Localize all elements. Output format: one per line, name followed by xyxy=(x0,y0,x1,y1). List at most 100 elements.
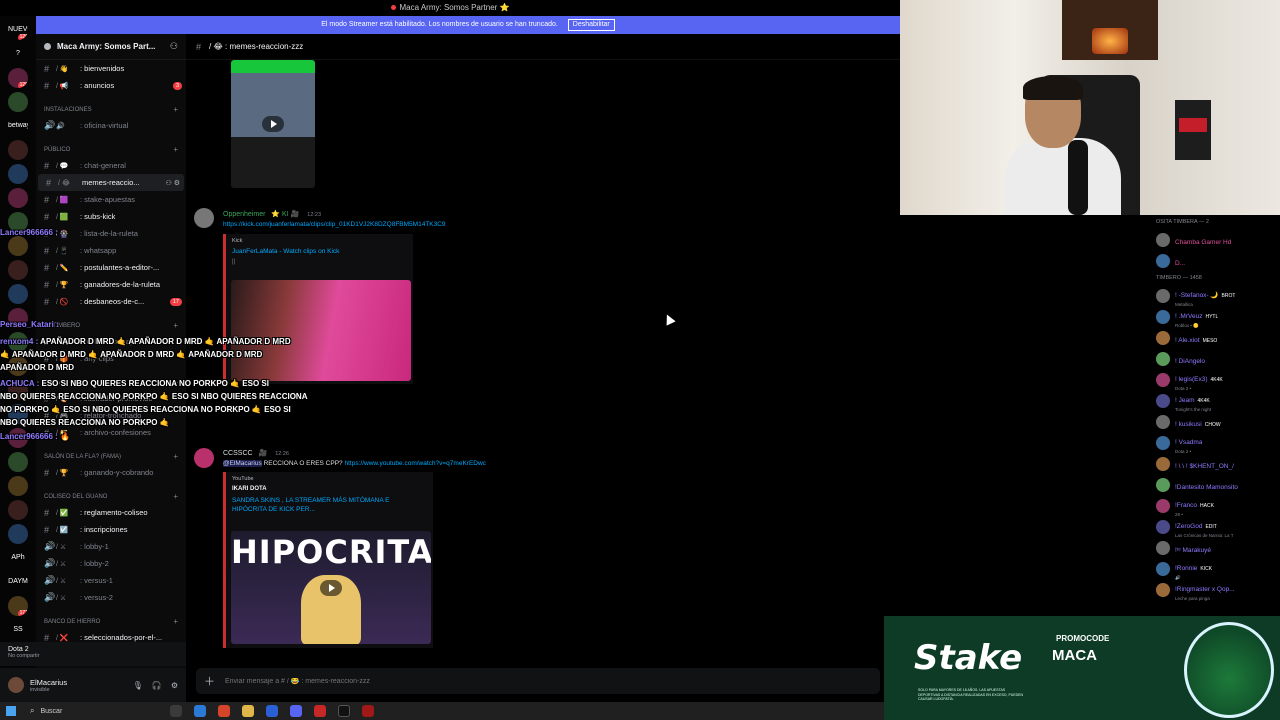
server-icon[interactable] xyxy=(8,140,28,160)
windows-start-icon[interactable] xyxy=(6,706,16,716)
create-channel-plus-icon[interactable]: + xyxy=(173,143,178,157)
server-icon[interactable] xyxy=(8,92,28,112)
obs-icon[interactable] xyxy=(314,705,326,717)
server-icon[interactable] xyxy=(8,164,28,184)
dota-icon[interactable] xyxy=(362,705,374,717)
channel-item[interactable]: # / 👋: bienvenidos xyxy=(36,60,186,77)
taskbar-search[interactable]: ⌕ Buscar xyxy=(30,706,170,716)
viewer-item[interactable]: ! legis(Ex3) 4K4K Dota 2 • xyxy=(1150,369,1280,391)
viewer-item[interactable]: !ᵗᵉ Marakuyé xyxy=(1150,537,1280,558)
channel-item[interactable]: # / ✅: reglamento-coliseo xyxy=(36,504,186,521)
channel-item[interactable]: # / 📢: anuncios 3 xyxy=(36,77,186,94)
embed-thumbnail[interactable]: HIPOCRITA xyxy=(231,531,431,644)
viewer-item[interactable]: !Dantesito Mamonsito xyxy=(1150,474,1280,495)
viewer-item[interactable]: !Ringmaster x Qop... Leche para pinga xyxy=(1150,579,1280,601)
channel-category[interactable]: COLISEO DEL GUANO + xyxy=(36,490,186,504)
server-icon[interactable] xyxy=(8,524,28,544)
channel-item[interactable]: # / ☑️: inscripciones xyxy=(36,521,186,538)
server-icon[interactable]: 120 xyxy=(8,68,28,88)
viewer-item[interactable]: ! -Stefanox- 🌙 BROT Metallica xyxy=(1150,285,1280,307)
settings-gear-icon[interactable]: ⚙ xyxy=(171,681,178,690)
channel-item[interactable]: # / 🟩: subs-kick xyxy=(36,208,186,225)
avatar[interactable] xyxy=(194,448,214,468)
channel-item[interactable]: # / 🚫: desbaneos-de-c... 17 xyxy=(36,293,186,310)
viewer-item[interactable]: ! kusikusi CHOW xyxy=(1150,411,1280,432)
channel-item[interactable]: 🔊 / ⚔: lobby-2 xyxy=(36,555,186,572)
viewer-item[interactable]: !Franco HACK 28 • xyxy=(1150,495,1280,517)
create-channel-plus-icon[interactable]: + xyxy=(173,319,178,333)
embed-author[interactable]: IKARI DOTA xyxy=(226,482,433,492)
viewer-item[interactable]: ! .MrVeuz HYTL Roblox • 🟡 xyxy=(1150,306,1280,328)
message-link[interactable]: https://www.youtube.com/watch?v=q7meKrED… xyxy=(344,460,485,467)
channel-item[interactable]: # / 💬: chat-general xyxy=(36,157,186,174)
headphones-icon[interactable]: 🎧 xyxy=(152,681,162,690)
user-mention[interactable]: @ElMacarius xyxy=(223,460,262,467)
server-icon[interactable]: ? xyxy=(8,44,28,64)
task-view-icon[interactable] xyxy=(170,705,182,717)
server-icon[interactable] xyxy=(8,452,28,472)
server-header[interactable]: Maca Army: Somos Part... ⚇ xyxy=(36,34,186,60)
microphone-icon[interactable]: 🎙 xyxy=(133,681,143,690)
server-icon[interactable] xyxy=(8,284,28,304)
server-icon[interactable] xyxy=(8,260,28,280)
embed-title[interactable]: SANDRA SKINS , LA STREAMER MÁS MITÓMANA … xyxy=(226,492,426,518)
message-link[interactable]: https://kick.com/juanferlamata/clips/cli… xyxy=(223,221,446,228)
file-explorer-icon[interactable] xyxy=(242,705,254,717)
discord-icon[interactable] xyxy=(290,705,302,717)
channel-item[interactable]: 🔊 / ⚔: versus-1 xyxy=(36,572,186,589)
chrome-icon[interactable] xyxy=(218,705,230,717)
channel-item[interactable]: 🔊 / ⚔: lobby-1 xyxy=(36,538,186,555)
server-icon[interactable]: APh xyxy=(8,548,28,568)
embed-thumbnail[interactable] xyxy=(231,280,411,381)
message-author[interactable]: CCSSCC 🎥 12:26 xyxy=(223,449,289,457)
channel-category[interactable]: INSTALACIONES + xyxy=(36,103,186,117)
channel-item[interactable]: # / 😂 memes-reaccio... ⚇ ⚙ xyxy=(38,174,184,191)
avatar[interactable] xyxy=(8,677,24,693)
server-icon[interactable]: betway xyxy=(8,116,28,136)
steam-icon[interactable] xyxy=(338,705,350,717)
invite-people-icon[interactable]: ⚇ xyxy=(170,41,178,52)
viewer-item[interactable]: ! Ale.xiot MESO xyxy=(1150,327,1280,348)
channel-item[interactable]: # / ✏️: postulantes-a-editor-... xyxy=(36,259,186,276)
viewer-item[interactable]: ! \ \ ! $KHENT_ON_/ xyxy=(1150,453,1280,474)
create-channel-plus-icon[interactable]: + xyxy=(173,103,178,117)
edge-browser-icon[interactable] xyxy=(194,705,206,717)
server-icon[interactable] xyxy=(8,188,28,208)
create-channel-plus-icon[interactable]: + xyxy=(173,490,178,504)
channel-item[interactable]: # / 🎡: lista-de-la-ruleta xyxy=(36,225,186,242)
previous-embed-thumbnail[interactable] xyxy=(231,60,315,188)
store-icon[interactable] xyxy=(266,705,278,717)
avatar[interactable] xyxy=(194,208,214,228)
viewer-item[interactable]: Chamba Gamer Hd xyxy=(1150,229,1280,250)
channel-item[interactable]: 🔊 / ⚔: versus-2 xyxy=(36,589,186,606)
viewer-item[interactable]: ! Vsadma Dota 2 • xyxy=(1150,432,1280,454)
viewer-item[interactable]: !Ronnie KICK 🔊 xyxy=(1150,558,1280,580)
message-author[interactable]: Oppenheimer ⭐ KI 🎥 12:23 xyxy=(223,210,321,218)
embed-title[interactable]: JuanFerLaMata - Watch clips on Kick xyxy=(226,244,413,259)
activity-panel[interactable]: Dota 2 No compartir xyxy=(0,642,186,666)
channel-settings-icon[interactable]: ⚇ ⚙ xyxy=(166,179,181,187)
channel-item[interactable]: # / 📱: whatsapp xyxy=(36,242,186,259)
viewer-item[interactable]: ! DiAngelo xyxy=(1150,348,1280,369)
server-icon[interactable]: NUEVO126 xyxy=(8,20,28,40)
create-channel-plus-icon[interactable]: + xyxy=(173,450,178,464)
server-icon[interactable] xyxy=(8,500,28,520)
attach-plus-icon[interactable]: ＋ xyxy=(204,673,215,689)
server-icon[interactable] xyxy=(8,236,28,256)
server-icon[interactable]: SS xyxy=(8,620,28,640)
channel-item[interactable]: # / 🏆: ganadores-de-la-ruleta xyxy=(36,276,186,293)
channel-category[interactable]: BANCO DE HIERRO + xyxy=(36,615,186,629)
channel-item[interactable]: # / 🏆: ganando-y-cobrando xyxy=(36,464,186,481)
viewer-item[interactable]: !ZeroGod EDIT Las Crónicas de Narnia: La T xyxy=(1150,516,1280,538)
create-channel-plus-icon[interactable]: + xyxy=(173,615,178,629)
server-icon[interactable] xyxy=(8,476,28,496)
viewer-item[interactable]: ! Jeam 4K4K Tonight's the night xyxy=(1150,390,1280,412)
disable-streamer-mode-button[interactable]: Deshabilitar xyxy=(567,19,615,31)
server-icon[interactable]: DAYM xyxy=(8,572,28,592)
channel-category[interactable]: SALÓN DE LA FLA? (FAMA) + xyxy=(36,450,186,464)
server-icon[interactable]: 171 xyxy=(8,596,28,616)
message-input[interactable] xyxy=(225,677,880,685)
viewer-item[interactable]: D... xyxy=(1150,250,1280,271)
channel-category[interactable]: PÚBLICO + xyxy=(36,143,186,157)
channel-item[interactable]: 🔊 🔊: oficina-virtual xyxy=(36,117,186,134)
